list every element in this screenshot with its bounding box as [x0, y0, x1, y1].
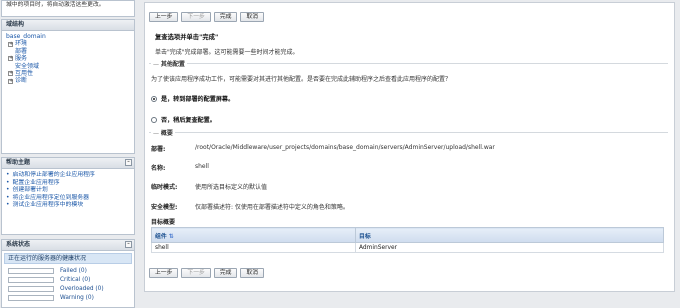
sort-icon[interactable]: ⇅ — [169, 233, 174, 240]
collapse-icon[interactable]: – — [125, 159, 132, 166]
divider — [149, 132, 668, 133]
summary-staging-mode: 临时模式: 使用所选目标定义的默认值 — [151, 182, 267, 191]
expand-icon[interactable]: + — [8, 78, 13, 84]
health-label[interactable]: Overloaded (0) — [60, 286, 104, 292]
finish-button[interactable]: 完成 — [213, 12, 238, 22]
health-row-critical: Critical (0) — [2, 275, 134, 284]
divider — [149, 63, 668, 64]
summary-deployment: 部署: /root/Oracle/Middleware/user_project… — [151, 144, 495, 153]
column-label[interactable]: 组件 — [155, 234, 167, 240]
summary-value: shell — [195, 163, 209, 170]
radio-selected-icon[interactable] — [151, 95, 157, 102]
section-other-config: 其他配置 — [149, 59, 668, 68]
system-status-title: 系统状态 – — [2, 240, 134, 251]
system-status-title-text: 系统状态 — [6, 241, 31, 248]
config-question: 为了使该应用程序成功工作，可能需要对其进行其他配置。是否要在完成此辅助程序之后查… — [151, 76, 452, 83]
domain-structure-panel: 域结构 base_domain + 环境 部署 + 服务 安全领域 + 互用性 + 诊断 — [1, 19, 135, 154]
summary-security-model: 安全模型: 仅部署描述符: 仅使用在部署描述符中定义的角色和策略。 — [151, 202, 349, 211]
cell-component: shell — [151, 242, 356, 253]
domain-tree: base_domain + 环境 部署 + 服务 安全领域 + 互用性 + 诊断 — [2, 31, 134, 87]
help-topics-title: 帮助主题 – — [2, 158, 134, 169]
radio-yes[interactable]: 是，转到部署的配置屏幕。 — [151, 94, 234, 103]
radio-no[interactable]: 否，稍后复查配置。 — [151, 115, 216, 124]
health-bar — [8, 285, 54, 292]
system-status-panel: 系统状态 – 正在运行的服务器的健康状况 Failed (0) Critical … — [1, 239, 135, 308]
health-bar — [8, 267, 54, 274]
back-button[interactable]: 上一步 — [149, 268, 179, 278]
radio-no-label[interactable]: 否，稍后复查配置。 — [161, 115, 216, 124]
tree-item-label[interactable]: 诊断 — [15, 77, 27, 84]
cancel-button[interactable]: 取消 — [240, 268, 265, 278]
health-row-warning: Warning (0) — [2, 293, 134, 302]
help-link[interactable]: 创建部署计划 — [6, 187, 130, 195]
health-label[interactable]: Failed (0) — [60, 268, 87, 274]
left-sidebar: 城中的项目时，将自动激活这些更改。 域结构 base_domain + 环境 部署… — [0, 0, 137, 308]
section-summary: 概要 — [149, 128, 668, 137]
page-heading: 复查选项并单击"完成" — [155, 34, 219, 41]
column-header-component[interactable]: 组件 ⇅ — [151, 227, 356, 243]
change-notice: 城中的项目时，将自动激活这些更改。 — [1, 0, 135, 17]
server-health-subtitle: 正在运行的服务器的健康状况 — [4, 253, 132, 264]
cell-target: AdminServer — [355, 242, 664, 253]
target-summary-table: 组件 ⇅ 目标 shell AdminServer — [151, 227, 664, 253]
section-title[interactable]: 概要 — [151, 128, 175, 137]
column-header-target[interactable]: 目标 — [355, 227, 664, 243]
radio-yes-label[interactable]: 是，转到部署的配置屏幕。 — [161, 94, 234, 103]
help-link[interactable]: 启动和停止部署的企业应用程序 — [6, 172, 130, 180]
summary-key: 部署: — [151, 146, 166, 153]
cancel-button[interactable]: 取消 — [240, 12, 265, 22]
finish-button[interactable]: 完成 — [213, 268, 238, 278]
next-button[interactable]: 下一步 — [181, 268, 211, 278]
health-bar — [8, 276, 54, 283]
page-subheading: 单击"完成"完成部署。这可能需要一些时间才能完成。 — [155, 49, 299, 56]
tree-item-label[interactable]: 服务 — [15, 55, 27, 62]
tree-item-label[interactable]: 环境 — [15, 40, 27, 47]
summary-value: /root/Oracle/Middleware/user_projects/do… — [195, 144, 495, 151]
expand-icon[interactable]: + — [8, 41, 13, 47]
change-notice-text: 城中的项目时，将自动激活这些更改。 — [6, 2, 105, 8]
toolbar-top: 上一步 下一步 完成 取消 — [149, 12, 265, 22]
help-link[interactable]: 测试企业应用程序中的模块 — [6, 202, 130, 210]
tree-item-label[interactable]: 安全领域 — [15, 63, 39, 70]
tree-item-services[interactable]: + 服务 — [6, 55, 130, 62]
target-summary-title: 目标概要 — [151, 219, 176, 226]
tree-item-security-realms[interactable]: 安全领域 — [6, 63, 130, 70]
tree-item-diagnostics[interactable]: + 诊断 — [6, 77, 130, 84]
collapse-icon[interactable]: – — [125, 241, 132, 248]
help-topics-panel: 帮助主题 – 启动和停止部署的企业应用程序 配置企业应用程序 创建部署计划 将企业… — [1, 157, 135, 235]
health-row-failed: Failed (0) — [2, 266, 134, 275]
domain-structure-title: 域结构 — [2, 20, 134, 31]
health-bar — [8, 294, 54, 301]
summary-key: 安全模型: — [151, 204, 178, 211]
toolbar-bottom: 上一步 下一步 完成 取消 — [149, 268, 265, 278]
expand-icon[interactable]: + — [8, 56, 13, 62]
summary-value: 使用所选目标定义的默认值 — [195, 184, 268, 191]
summary-key: 临时模式: — [151, 184, 178, 191]
health-label[interactable]: Critical (0) — [60, 277, 90, 283]
table-row: shell AdminServer — [151, 242, 664, 253]
radio-unselected-icon[interactable] — [151, 116, 157, 123]
table-header-row: 组件 ⇅ 目标 — [151, 227, 664, 243]
health-label[interactable]: Warning (0) — [60, 295, 94, 301]
expand-icon[interactable]: + — [8, 71, 13, 77]
health-row-overloaded: Overloaded (0) — [2, 284, 134, 293]
deployment-wizard: 上一步 下一步 完成 取消 复查选项并单击"完成" 单击"完成"完成部署。这可能… — [144, 2, 675, 292]
tree-item-environment[interactable]: + 环境 — [6, 40, 130, 47]
help-topics-title-text: 帮助主题 — [6, 159, 31, 166]
help-links: 启动和停止部署的企业应用程序 配置企业应用程序 创建部署计划 将企业应用程序定位… — [2, 169, 134, 213]
summary-key: 名称: — [151, 165, 166, 172]
section-title[interactable]: 其他配置 — [151, 59, 187, 68]
summary-value: 仅部署描述符: 仅使用在部署描述符中定义的角色和策略。 — [195, 204, 349, 211]
next-button[interactable]: 下一步 — [181, 12, 211, 22]
summary-name: 名称: shell — [151, 163, 209, 172]
back-button[interactable]: 上一步 — [149, 12, 179, 22]
